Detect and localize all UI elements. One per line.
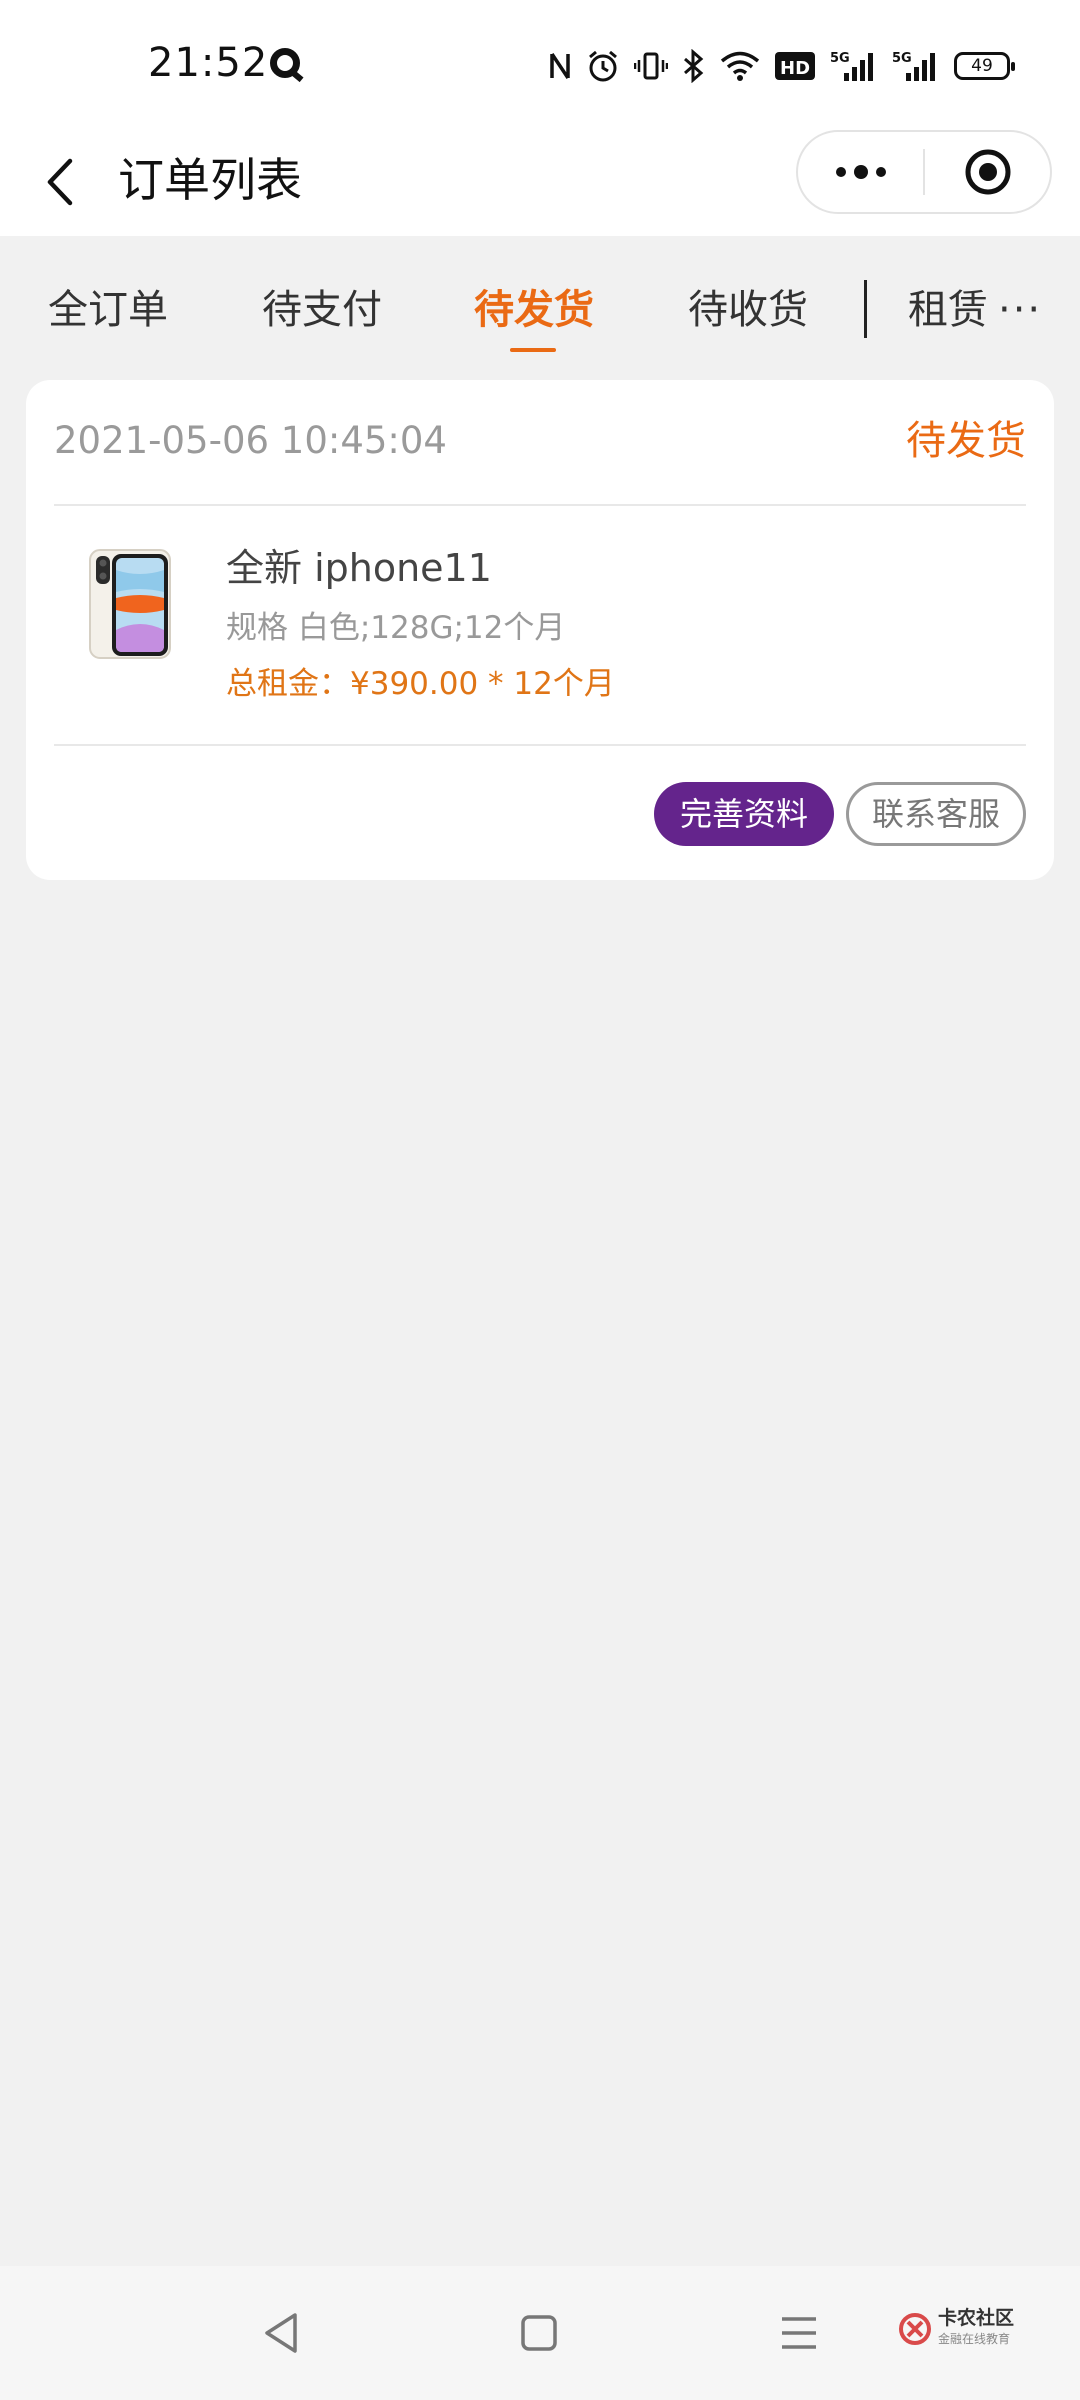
navbar: 订单列表	[0, 130, 1080, 236]
product-spec: 规格 白色;128G;12个月	[226, 610, 566, 646]
tab-pending-shipment[interactable]: 待发货	[474, 282, 594, 338]
page-title: 订单列表	[118, 153, 302, 207]
system-navigation-bar: 卡农社区 金融在线教育	[0, 2266, 1080, 2400]
signal-5g-icon: 5G	[892, 51, 935, 81]
hd-icon: HD	[775, 52, 815, 80]
wifi-icon	[720, 51, 760, 81]
status-time: 21:52	[148, 40, 269, 86]
system-home-button[interactable]	[504, 2302, 574, 2364]
status-bar: 21:52 HD 5G 5G 49	[0, 0, 1080, 130]
tab-all-orders[interactable]: 全订单	[48, 282, 168, 338]
watermark-subtitle: 金融在线教育	[938, 2332, 1011, 2346]
order-time: 2021-05-06 10:45:04	[54, 419, 447, 462]
product-total-rent: 总租金：¥390.00 * 12个月	[226, 666, 615, 702]
tab-more-button[interactable]: ···	[998, 282, 1042, 338]
hd-label: HD	[780, 58, 810, 79]
divider	[54, 504, 1026, 506]
battery-icon: 49	[954, 52, 1015, 80]
back-button[interactable]	[30, 142, 90, 222]
active-tab-indicator	[510, 348, 556, 352]
tab-pending-payment[interactable]: 待支付	[262, 282, 382, 338]
target-icon	[965, 149, 1010, 195]
tab-separator	[864, 280, 867, 338]
vibrate-icon	[634, 52, 668, 80]
tab-pending-receipt[interactable]: 待收货	[688, 282, 808, 338]
order-card[interactable]: 2021-05-06 10:45:04 待发货 全新 iphone11 规格 白…	[26, 380, 1054, 880]
system-back-button[interactable]	[246, 2302, 316, 2364]
system-recents-button[interactable]	[764, 2302, 834, 2364]
product-name: 全新 iphone11	[226, 546, 492, 590]
back-arrow-icon	[47, 158, 73, 206]
network-label: 5G	[892, 51, 912, 66]
signal-5g-icon: 5G	[830, 51, 873, 81]
order-tabs: 全订单 待支付 待发货 待收货 租赁 ···	[0, 236, 1080, 380]
nfc-icon	[550, 53, 570, 79]
watermark-title: 卡农社区	[938, 2307, 1015, 2329]
mini-program-capsule	[796, 130, 1052, 214]
alarm-icon	[589, 50, 617, 82]
close-mini-program-button[interactable]	[925, 132, 1050, 212]
more-dots-icon	[835, 165, 886, 179]
contact-service-button[interactable]: 联系客服	[846, 782, 1026, 846]
bluetooth-icon	[684, 49, 704, 83]
kanong-logo-icon	[899, 2313, 931, 2345]
complete-info-button[interactable]: 完善资料	[654, 782, 834, 846]
network-label: 5G	[830, 51, 850, 66]
triangle-back-icon	[265, 2313, 297, 2353]
divider	[54, 744, 1026, 746]
status-icons: HD 5G 5G 49	[548, 46, 1015, 86]
order-status: 待发货	[906, 418, 1026, 464]
more-menu-button[interactable]	[798, 132, 923, 212]
menu-lines-icon	[782, 2317, 816, 2349]
product-image	[89, 549, 171, 659]
tab-lease[interactable]: 租赁	[908, 282, 988, 338]
app-q-icon	[270, 48, 300, 78]
square-home-icon	[521, 2315, 557, 2351]
watermark: 卡农社区 金融在线教育	[898, 2306, 1048, 2356]
